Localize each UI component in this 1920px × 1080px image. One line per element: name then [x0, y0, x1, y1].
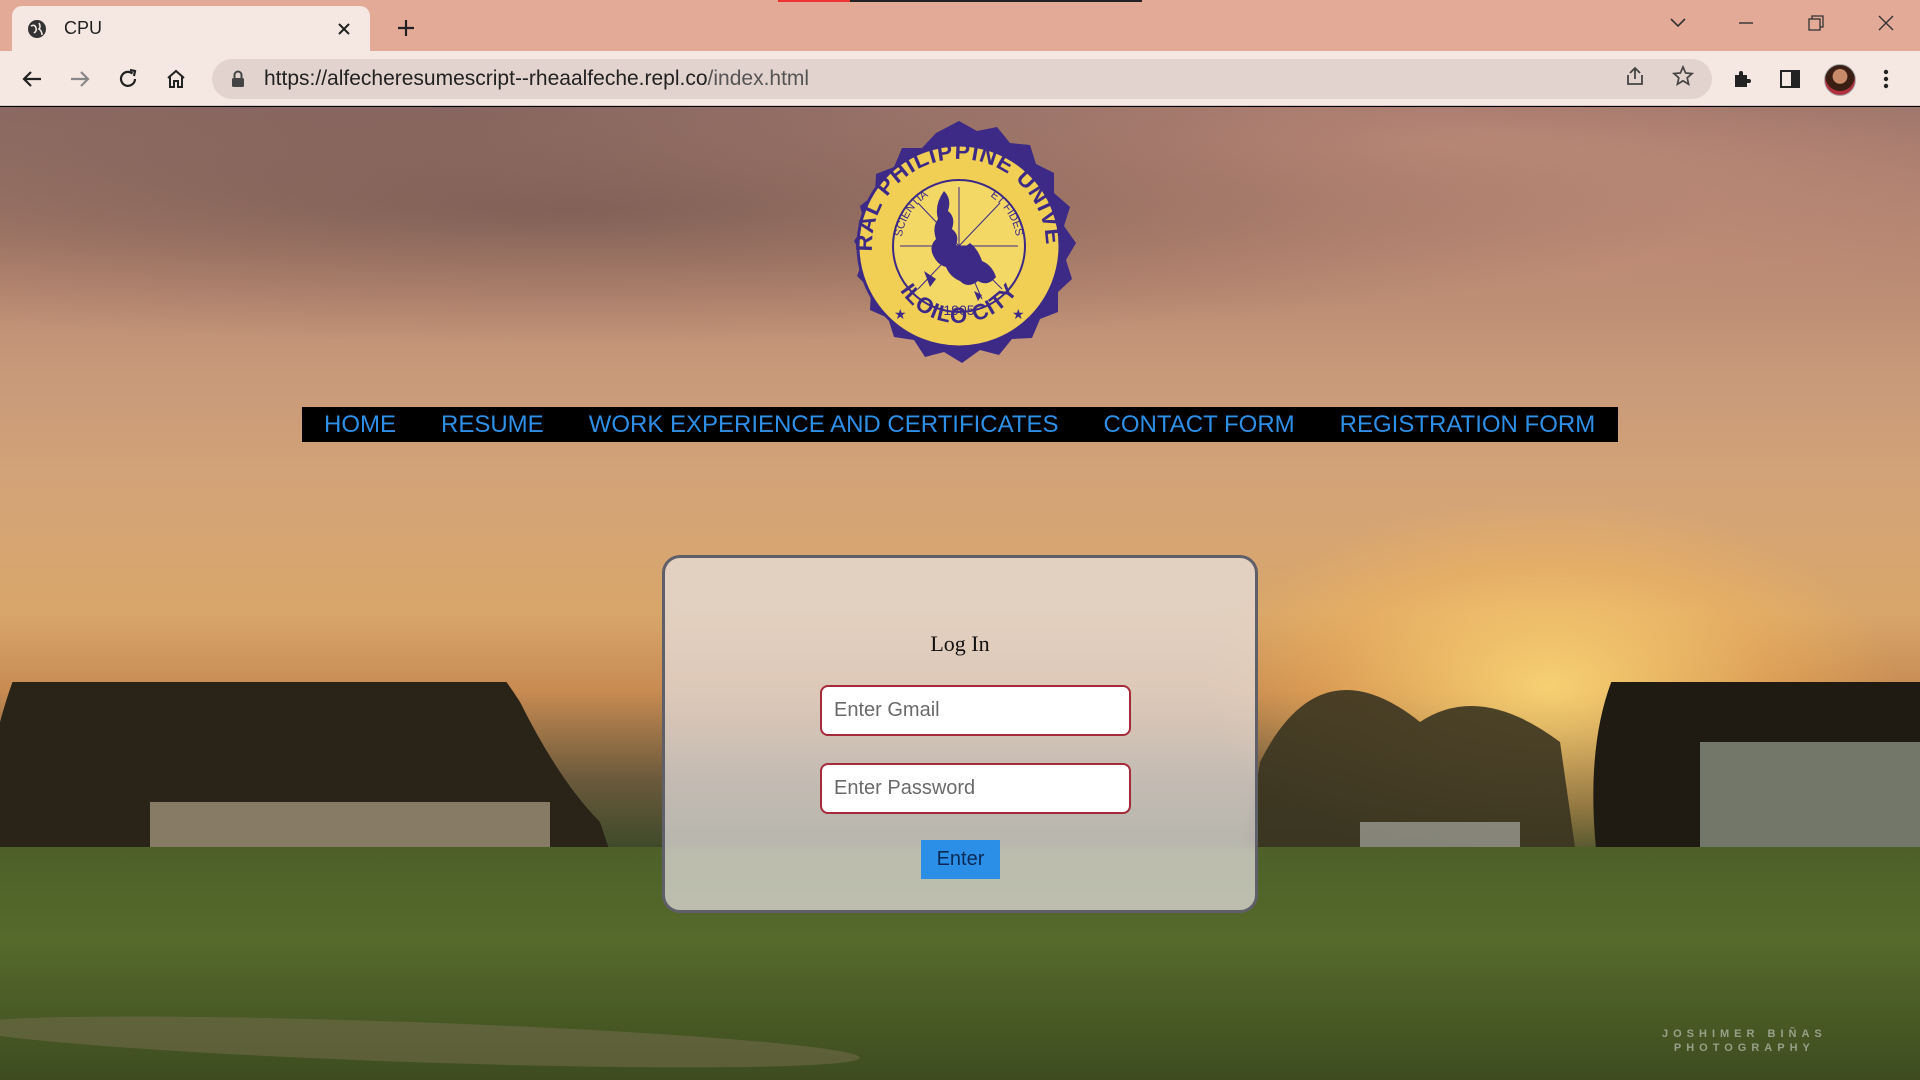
login-card: Log In Enter: [662, 555, 1258, 913]
address-bar[interactable]: https://alfecheresumescript--rheaalfeche…: [212, 59, 1712, 99]
forward-arrow-icon[interactable]: [64, 63, 96, 95]
watermark-line-1: JOSHIMER BIÑAS: [1662, 1028, 1827, 1040]
browser-tab-strip: CPU: [0, 0, 1920, 51]
nav-home-link[interactable]: HOME: [324, 411, 396, 439]
tab-search-chevron-icon[interactable]: [1660, 8, 1696, 38]
back-arrow-icon[interactable]: [16, 63, 48, 95]
close-window-icon[interactable]: [1868, 8, 1904, 38]
seal-star-left-icon: ★: [894, 306, 907, 322]
nav-contact-form-link[interactable]: CONTACT FORM: [1104, 411, 1295, 439]
seal-year: 1905: [943, 302, 974, 318]
watermark-line-2: PHOTOGRAPHY: [1673, 1042, 1815, 1054]
url-host: https://alfecheresumescript--rheaalfeche…: [264, 67, 708, 90]
new-tab-icon[interactable]: [390, 12, 422, 44]
lock-icon[interactable]: [228, 69, 248, 89]
main-nav: HOME RESUME WORK EXPERIENCE AND CERTIFIC…: [302, 407, 1618, 442]
nav-resume-link[interactable]: RESUME: [441, 411, 544, 439]
close-tab-icon[interactable]: [332, 17, 356, 41]
url-text: https://alfecheresumescript--rheaalfeche…: [264, 67, 809, 91]
minimize-icon[interactable]: [1728, 8, 1764, 38]
bookmark-star-icon[interactable]: [1668, 61, 1698, 91]
seal-star-right-icon: ★: [1012, 306, 1025, 322]
page-viewport: CENTRAL PHILIPPINE UNIVERSITY ILOILO CIT…: [0, 107, 1920, 1080]
nav-work-experience-link[interactable]: WORK EXPERIENCE AND CERTIFICATES: [589, 411, 1059, 439]
url-path: /index.html: [707, 67, 810, 90]
share-icon[interactable]: [1620, 61, 1650, 91]
tab-title: CPU: [64, 18, 103, 38]
university-seal-logo: CENTRAL PHILIPPINE UNIVERSITY ILOILO CIT…: [832, 119, 1076, 363]
password-input[interactable]: [820, 763, 1131, 814]
page-load-indicator: [778, 0, 1142, 2]
extensions-puzzle-icon[interactable]: [1726, 63, 1758, 95]
browser-toolbar: https://alfecheresumescript--rheaalfeche…: [0, 51, 1920, 106]
profile-avatar[interactable]: [1824, 64, 1856, 96]
globe-icon: [26, 18, 48, 40]
more-menu-icon[interactable]: [1870, 63, 1902, 95]
browser-tab[interactable]: CPU: [12, 6, 370, 51]
enter-button[interactable]: Enter: [921, 840, 1000, 879]
gmail-input[interactable]: [820, 685, 1131, 736]
home-icon[interactable]: [160, 63, 192, 95]
login-heading: Log In: [930, 631, 990, 656]
nav-registration-form-link[interactable]: REGISTRATION FORM: [1340, 411, 1596, 439]
photo-watermark: JOSHIMER BIÑAS PHOTOGRAPHY: [1662, 1027, 1827, 1055]
reload-icon[interactable]: [112, 63, 144, 95]
side-panel-icon[interactable]: [1774, 63, 1806, 95]
restore-icon[interactable]: [1798, 8, 1834, 38]
